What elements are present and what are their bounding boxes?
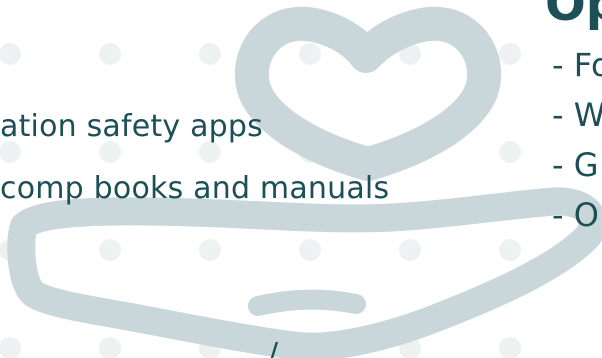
right-column-list: - Fo - W - G - O [552,46,602,246]
heart-icon [234,6,502,181]
slide-canvas: ation safety apps comp books and manuals… [0,0,602,358]
bottom-partial-text: / [268,337,279,358]
right-column-heading: Op [545,0,602,32]
right-list-item: - G [552,146,599,184]
right-list-item: - O [552,196,599,234]
books-manuals-text: comp books and manuals [0,171,390,206]
right-list-item: - Fo [552,46,602,84]
safety-apps-text: ation safety apps [0,109,263,144]
open-hand-icon [7,187,602,358]
right-list-item: - W [552,96,602,134]
thumb-crease-line [248,289,366,316]
